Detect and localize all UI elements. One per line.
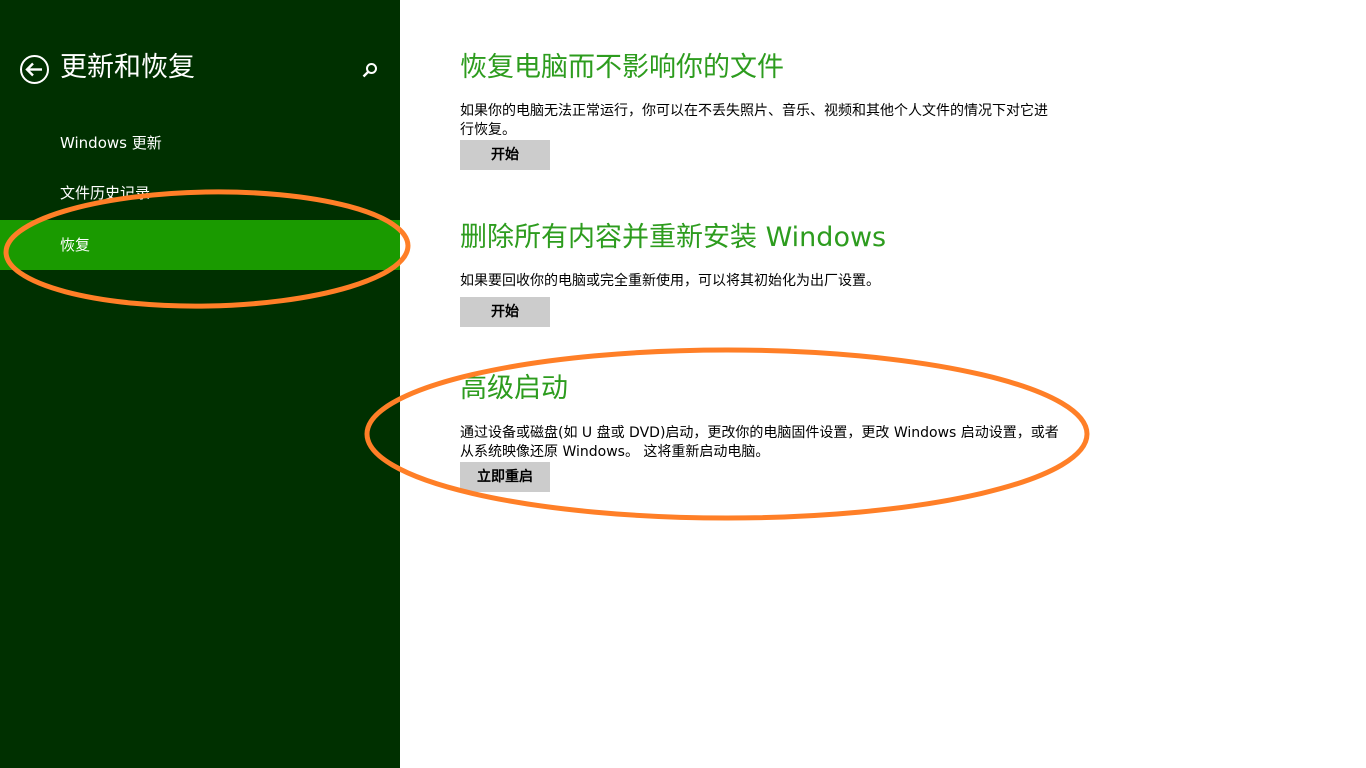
section-title: 恢复电脑而不影响你的文件	[460, 52, 784, 83]
section-advanced-startup: 高级启动 通过设备或磁盘(如 U 盘或 DVD)启动，更改你的电脑固件设置，更改…	[460, 371, 1060, 492]
section-description: 通过设备或磁盘(如 U 盘或 DVD)启动，更改你的电脑固件设置，更改 Wind…	[460, 425, 1059, 460]
sidebar-item-recovery[interactable]: 恢复	[0, 220, 400, 270]
sidebar-item-label: Windows 更新	[60, 134, 162, 152]
section-title: 高级启动	[460, 373, 568, 404]
sidebar-item-file-history[interactable]: 文件历史记录	[0, 168, 400, 218]
section-description: 如果你的电脑无法正常运行，你可以在不丢失照片、音乐、视频和其他个人文件的情况下对…	[460, 103, 1048, 138]
sidebar-item-label: 文件历史记录	[60, 184, 151, 202]
sidebar-item-windows-update[interactable]: Windows 更新	[0, 118, 400, 168]
section-title: 删除所有内容并重新安装 Windows	[460, 222, 887, 253]
section-refresh-pc: 恢复电脑而不影响你的文件 如果你的电脑无法正常运行，你可以在不丢失照片、音乐、视…	[460, 50, 1060, 170]
restart-now-button[interactable]: 立即重启	[460, 462, 550, 492]
back-arrow-icon[interactable]	[19, 54, 50, 85]
section-reset-pc: 删除所有内容并重新安装 Windows 如果要回收你的电脑或完全重新使用，可以将…	[460, 220, 1060, 327]
refresh-start-button[interactable]: 开始	[460, 140, 550, 170]
reset-start-button[interactable]: 开始	[460, 297, 550, 327]
sidebar: 更新和恢复 Windows 更新 文件历史记录 恢复	[0, 0, 400, 768]
page-title: 更新和恢复	[60, 52, 195, 83]
section-description: 如果要回收你的电脑或完全重新使用，可以将其初始化为出厂设置。	[460, 273, 880, 289]
sidebar-item-label: 恢复	[60, 236, 91, 254]
search-icon[interactable]	[361, 61, 379, 79]
